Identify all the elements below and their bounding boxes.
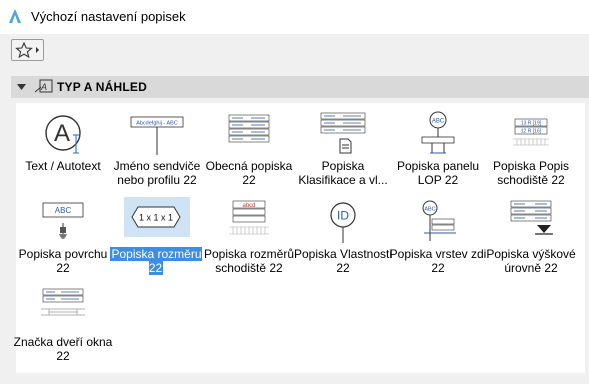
dimension-label-icon: 1 x 1 x 1 bbox=[131, 206, 181, 228]
star-icon bbox=[15, 42, 33, 58]
label-type-item[interactable]: ABC Popiska vrstev zdi 22 bbox=[388, 195, 488, 283]
label-type-item[interactable]: A Text / Autotext bbox=[13, 107, 113, 195]
item-label: Obecná popiska 22 bbox=[205, 159, 293, 187]
stair-description-icon: 13 R [19] 12 R [16] bbox=[513, 118, 549, 146]
label-type-item[interactable]: Popiska Klasifikace a vl... bbox=[293, 107, 393, 195]
label-type-item[interactable]: ABC Popiska panelu LOP 22 bbox=[388, 107, 488, 195]
collapse-arrow-icon[interactable] bbox=[17, 84, 26, 90]
item-label: Popiska Klasifikace a vl... bbox=[298, 159, 388, 187]
svg-text:Abcdefghij - ABC: Abcdefghij - ABC bbox=[136, 121, 178, 127]
label-type-icon: A bbox=[35, 79, 53, 93]
item-label: Popiska vrstev zdi 22 bbox=[389, 247, 487, 275]
door-window-marker-icon bbox=[41, 288, 85, 316]
wall-layers-icon: ABC bbox=[422, 200, 456, 241]
label-type-item[interactable]: Značka dveří okna 22 bbox=[13, 283, 113, 371]
item-label: Popiska rozměrů schodiště 22 bbox=[203, 247, 295, 275]
archicad-app-icon bbox=[9, 9, 21, 23]
svg-text:A: A bbox=[40, 82, 47, 92]
label-type-item[interactable]: Abcdefghij - ABC Jméno sendviče nebo pro… bbox=[107, 107, 207, 195]
label-type-grid: A Text / Autotext Abcdefghij - ABC Jméno… bbox=[13, 103, 585, 373]
svg-text:1 x 1 x 1: 1 x 1 x 1 bbox=[139, 213, 173, 223]
svg-text:ID: ID bbox=[337, 209, 349, 223]
svg-text:12 R [16]: 12 R [16] bbox=[521, 129, 542, 135]
composite-name-icon: Abcdefghij - ABC bbox=[130, 116, 184, 155]
item-label: Popiska rozměru 22 bbox=[110, 247, 202, 275]
svg-text:ABC: ABC bbox=[424, 207, 435, 213]
item-label: Popiska Popis schodiště 22 bbox=[492, 159, 570, 187]
svg-text:13 R [19]: 13 R [19] bbox=[521, 121, 542, 127]
panel-label-icon: ABC bbox=[421, 111, 455, 154]
item-label: Popiska výškové úrovně 22 bbox=[486, 247, 576, 275]
classification-label-icon bbox=[320, 112, 366, 154]
section-header-type-preview[interactable]: A TYP A NÁHLED bbox=[11, 76, 589, 98]
svg-text:abcd: abcd bbox=[242, 203, 255, 209]
autotext-icon: A bbox=[45, 115, 81, 154]
svg-text:ABC: ABC bbox=[55, 206, 72, 215]
svg-text:ABC: ABC bbox=[432, 119, 445, 125]
item-label: Značka dveří okna 22 bbox=[13, 335, 113, 363]
label-type-item[interactable]: ID Popiska Vlastnosti 22 bbox=[293, 195, 393, 283]
general-label-icon bbox=[228, 114, 270, 143]
item-label: Popiska Vlastnosti 22 bbox=[293, 247, 393, 275]
elevation-label-icon bbox=[510, 200, 553, 235]
label-type-item-selected[interactable]: 1 x 1 x 1 Popiska rozměru 22 bbox=[106, 195, 206, 283]
item-label: Popiska povrchu 22 bbox=[18, 247, 108, 275]
title-bar: Výchozí nastavení popisek bbox=[0, 0, 589, 34]
label-type-item[interactable]: 13 R [19] 12 R [16] Popiska Popis schodi… bbox=[481, 107, 581, 195]
chevron-right-icon bbox=[36, 47, 39, 53]
surface-label-icon: ABC bbox=[42, 202, 84, 239]
label-type-item[interactable]: ABC Popiska povrchu 22 bbox=[13, 195, 113, 283]
item-label: Jméno sendviče nebo profilu 22 bbox=[113, 159, 201, 187]
properties-label-icon: ID bbox=[330, 202, 356, 243]
window-title: Výchozí nastavení popisek bbox=[31, 9, 186, 24]
stair-dimension-icon: abcd bbox=[229, 200, 269, 235]
label-type-item[interactable]: abcd Popiska rozměrů schodiště 22 bbox=[199, 195, 299, 283]
section-title: TYP A NÁHLED bbox=[57, 80, 147, 94]
label-type-item[interactable]: Obecná popiska 22 bbox=[199, 107, 299, 195]
favorites-button[interactable] bbox=[11, 39, 44, 61]
item-label: Text / Autotext bbox=[25, 159, 101, 173]
svg-text:A: A bbox=[54, 120, 70, 147]
label-type-item[interactable]: Popiska výškové úrovně 22 bbox=[481, 195, 581, 283]
item-label: Popiska panelu LOP 22 bbox=[396, 159, 480, 187]
